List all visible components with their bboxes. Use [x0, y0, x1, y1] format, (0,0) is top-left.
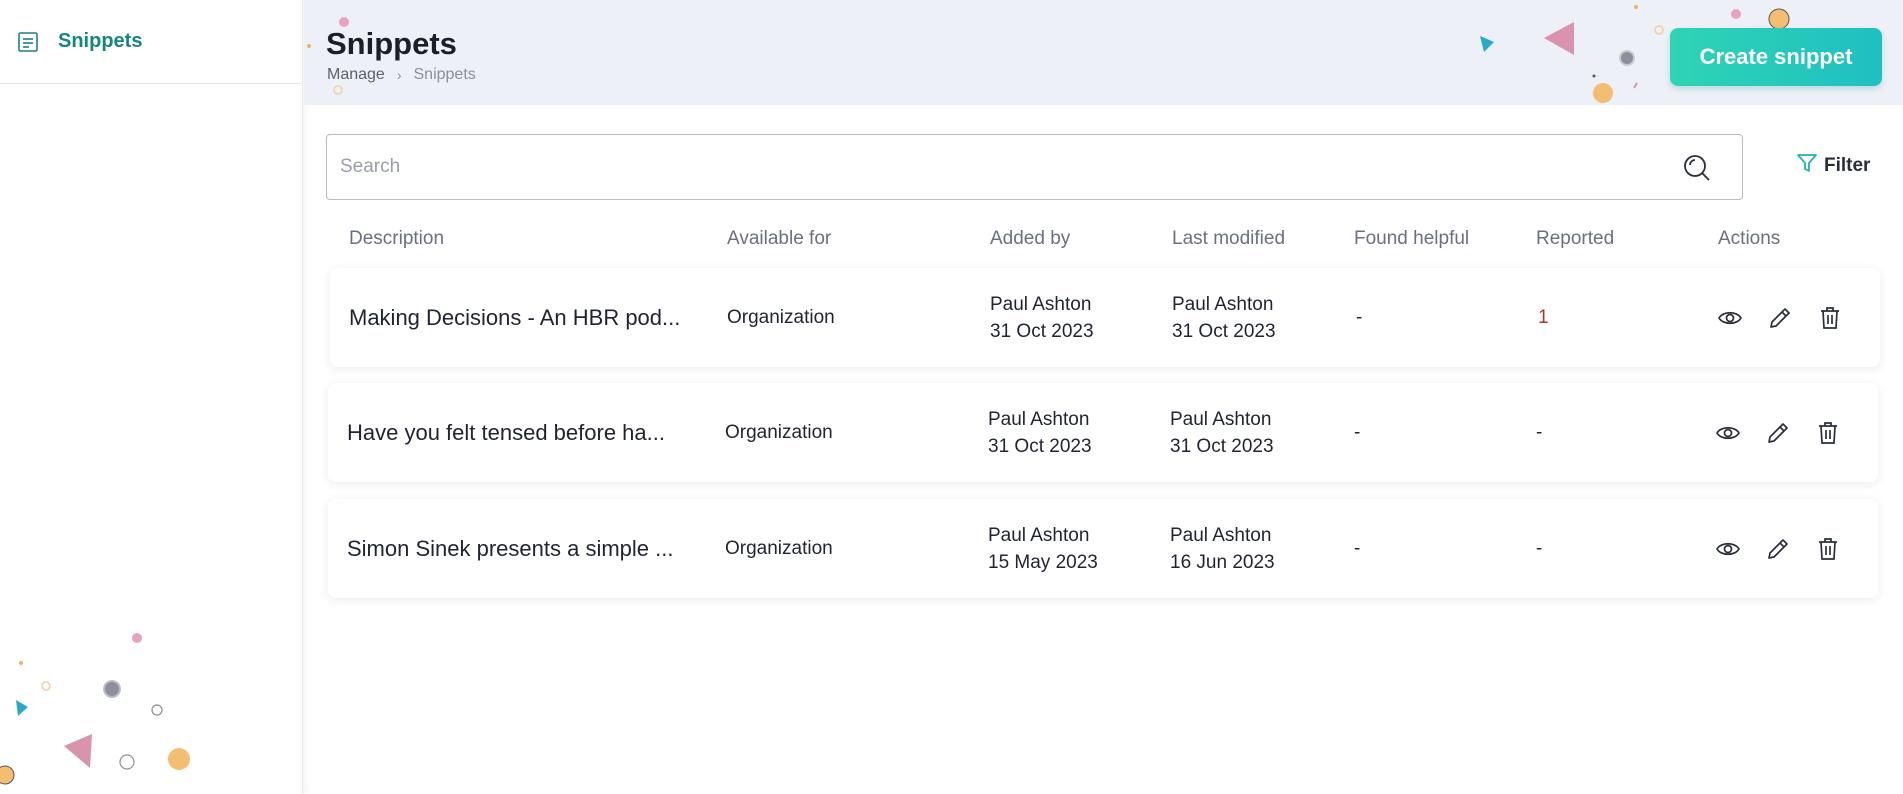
- added-by-name: Paul Ashton: [990, 291, 1091, 318]
- last-modified-name: Paul Ashton: [1170, 406, 1271, 433]
- filter-icon: [1796, 152, 1818, 179]
- last-modified-date: 16 Jun 2023: [1170, 549, 1275, 576]
- column-header-reported[interactable]: Reported: [1536, 228, 1614, 250]
- row-available-for: Organization: [725, 499, 833, 598]
- filter-label: Filter: [1824, 155, 1870, 177]
- search-input[interactable]: [340, 135, 1660, 199]
- delete-trash-icon[interactable]: [1814, 535, 1842, 563]
- create-snippet-button[interactable]: Create snippet: [1670, 28, 1882, 86]
- sidebar-item-snippets[interactable]: Snippets: [0, 0, 302, 84]
- row-added-by: Paul Ashton 15 May 2023: [988, 499, 1098, 598]
- sidebar: Snippets: [0, 0, 303, 794]
- breadcrumb-manage-link[interactable]: Manage: [327, 66, 385, 84]
- delete-trash-icon[interactable]: [1816, 304, 1844, 332]
- breadcrumb-separator: ›: [397, 67, 402, 83]
- search-box: [326, 134, 1743, 200]
- document-list-icon: [16, 30, 40, 54]
- last-modified-date: 31 Oct 2023: [1170, 433, 1274, 460]
- breadcrumb: Manage › Snippets: [327, 66, 476, 84]
- filter-button[interactable]: Filter: [1796, 152, 1870, 179]
- row-found-helpful: -: [1356, 268, 1362, 367]
- row-available-for: Organization: [725, 383, 833, 482]
- delete-trash-icon[interactable]: [1814, 419, 1842, 447]
- main-content: Snippets Manage › Snippets Create snippe…: [304, 0, 1903, 794]
- column-header-last-modified[interactable]: Last modified: [1172, 228, 1285, 250]
- last-modified-name: Paul Ashton: [1172, 291, 1273, 318]
- row-reported[interactable]: 1: [1538, 268, 1549, 367]
- column-header-added-by[interactable]: Added by: [990, 228, 1070, 250]
- view-eye-icon[interactable]: [1714, 419, 1742, 447]
- column-header-found-helpful[interactable]: Found helpful: [1354, 228, 1469, 250]
- row-description[interactable]: Simon Sinek presents a simple ...: [347, 499, 692, 598]
- row-actions: [1716, 268, 1866, 367]
- last-modified-date: 31 Oct 2023: [1172, 318, 1276, 345]
- row-last-modified: Paul Ashton 31 Oct 2023: [1170, 383, 1274, 482]
- row-description[interactable]: Making Decisions - An HBR pod...: [349, 268, 694, 367]
- edit-pencil-icon[interactable]: [1764, 419, 1792, 447]
- row-added-by: Paul Ashton 31 Oct 2023: [988, 383, 1092, 482]
- column-header-available-for[interactable]: Available for: [727, 228, 831, 250]
- row-added-by: Paul Ashton 31 Oct 2023: [990, 268, 1094, 367]
- added-by-name: Paul Ashton: [988, 406, 1089, 433]
- column-header-actions: Actions: [1718, 228, 1780, 250]
- row-found-helpful: -: [1354, 383, 1360, 482]
- search-icon[interactable]: [1682, 153, 1712, 183]
- row-last-modified: Paul Ashton 31 Oct 2023: [1172, 268, 1276, 367]
- page-header: Snippets Manage › Snippets Create snippe…: [304, 0, 1903, 105]
- added-by-date: 31 Oct 2023: [988, 433, 1092, 460]
- column-header-description[interactable]: Description: [349, 228, 444, 250]
- edit-pencil-icon[interactable]: [1764, 535, 1792, 563]
- row-actions: [1714, 499, 1864, 598]
- table-row[interactable]: Have you felt tensed before ha... Organi…: [328, 383, 1878, 482]
- table-row[interactable]: Simon Sinek presents a simple ... Organi…: [328, 499, 1878, 598]
- row-last-modified: Paul Ashton 16 Jun 2023: [1170, 499, 1275, 598]
- row-found-helpful: -: [1354, 499, 1360, 598]
- row-reported: -: [1536, 499, 1542, 598]
- edit-pencil-icon[interactable]: [1766, 304, 1794, 332]
- table-row[interactable]: Making Decisions - An HBR pod... Organiz…: [330, 268, 1880, 367]
- added-by-name: Paul Ashton: [988, 522, 1089, 549]
- page-title: Snippets: [326, 26, 457, 62]
- breadcrumb-current: Snippets: [414, 66, 476, 84]
- row-actions: [1714, 383, 1864, 482]
- header-confetti-decoration: [304, 0, 1903, 105]
- row-available-for: Organization: [727, 268, 835, 367]
- last-modified-name: Paul Ashton: [1170, 522, 1271, 549]
- added-by-date: 31 Oct 2023: [990, 318, 1094, 345]
- row-description[interactable]: Have you felt tensed before ha...: [347, 383, 692, 482]
- added-by-date: 15 May 2023: [988, 549, 1098, 576]
- view-eye-icon[interactable]: [1714, 535, 1742, 563]
- row-reported: -: [1536, 383, 1542, 482]
- sidebar-item-label: Snippets: [58, 30, 142, 53]
- confetti-decoration: [0, 620, 303, 794]
- view-eye-icon[interactable]: [1716, 304, 1744, 332]
